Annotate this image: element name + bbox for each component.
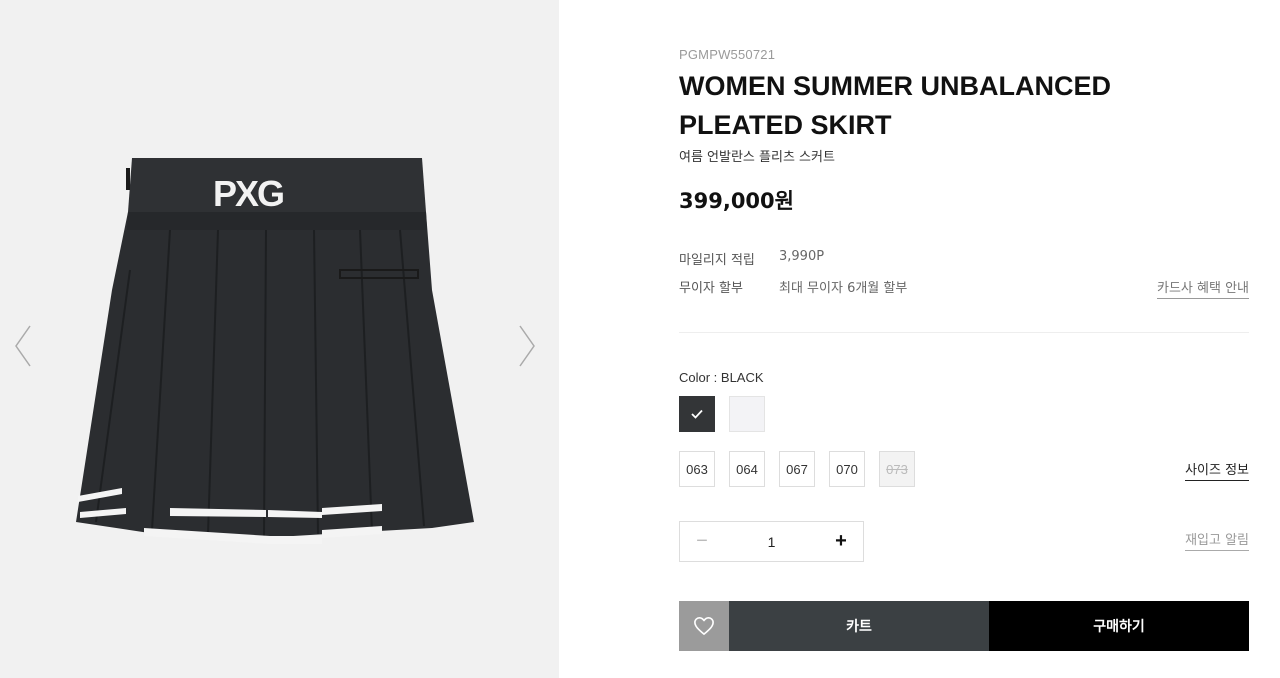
mileage-value: 3,990P <box>779 249 825 264</box>
size-option-067[interactable]: 067 <box>779 451 815 487</box>
product-gallery: PXG <box>0 0 559 678</box>
product-code: PGMPW550721 <box>679 47 776 62</box>
heart-icon <box>694 617 714 635</box>
color-label: Color : BLACK <box>679 370 764 385</box>
installment-label: 무이자 할부 <box>679 281 743 296</box>
installment-value: 최대 무이자 6개월 할부 <box>779 281 908 296</box>
quantity-plus-button[interactable]: + <box>821 522 861 561</box>
product-title: WOMEN SUMMER UNBALANCED PLEATED SKIRT <box>679 71 1111 140</box>
size-option-073-soldout: 073 <box>879 451 915 487</box>
size-guide-link[interactable]: 사이즈 정보 <box>1185 459 1249 481</box>
product-image: PXG <box>76 158 474 544</box>
wishlist-button[interactable] <box>679 601 729 651</box>
color-swatch-white[interactable] <box>729 396 765 432</box>
chevron-right-icon <box>519 325 535 367</box>
brand-logo: PXG <box>213 173 283 214</box>
product-price: 399,000원 <box>679 189 794 213</box>
product-info: PGMPW550721 WOMEN SUMMER UNBALANCED PLEA… <box>679 0 1249 678</box>
size-option-063[interactable]: 063 <box>679 451 715 487</box>
check-icon <box>691 409 703 419</box>
chevron-left-icon <box>15 325 31 367</box>
color-swatch-black[interactable] <box>679 396 715 432</box>
card-benefit-link[interactable]: 카드사 혜택 안내 <box>1157 277 1249 299</box>
gallery-prev-button[interactable] <box>12 322 36 370</box>
product-subtitle: 여름 언발란스 플리츠 스커트 <box>679 150 835 165</box>
quantity-minus-button[interactable]: − <box>682 522 722 561</box>
size-option-064[interactable]: 064 <box>729 451 765 487</box>
mileage-label: 마일리지 적립 <box>679 253 755 268</box>
quantity-value[interactable]: 1 <box>730 522 813 561</box>
size-option-070[interactable]: 070 <box>829 451 865 487</box>
buy-now-button[interactable]: 구매하기 <box>989 601 1249 651</box>
restock-alert-link[interactable]: 재입고 알림 <box>1185 529 1249 551</box>
gallery-next-button[interactable] <box>514 322 538 370</box>
divider <box>679 332 1249 333</box>
add-to-cart-button[interactable]: 카트 <box>729 601 989 651</box>
quantity-stepper: − 1 + <box>679 521 864 562</box>
